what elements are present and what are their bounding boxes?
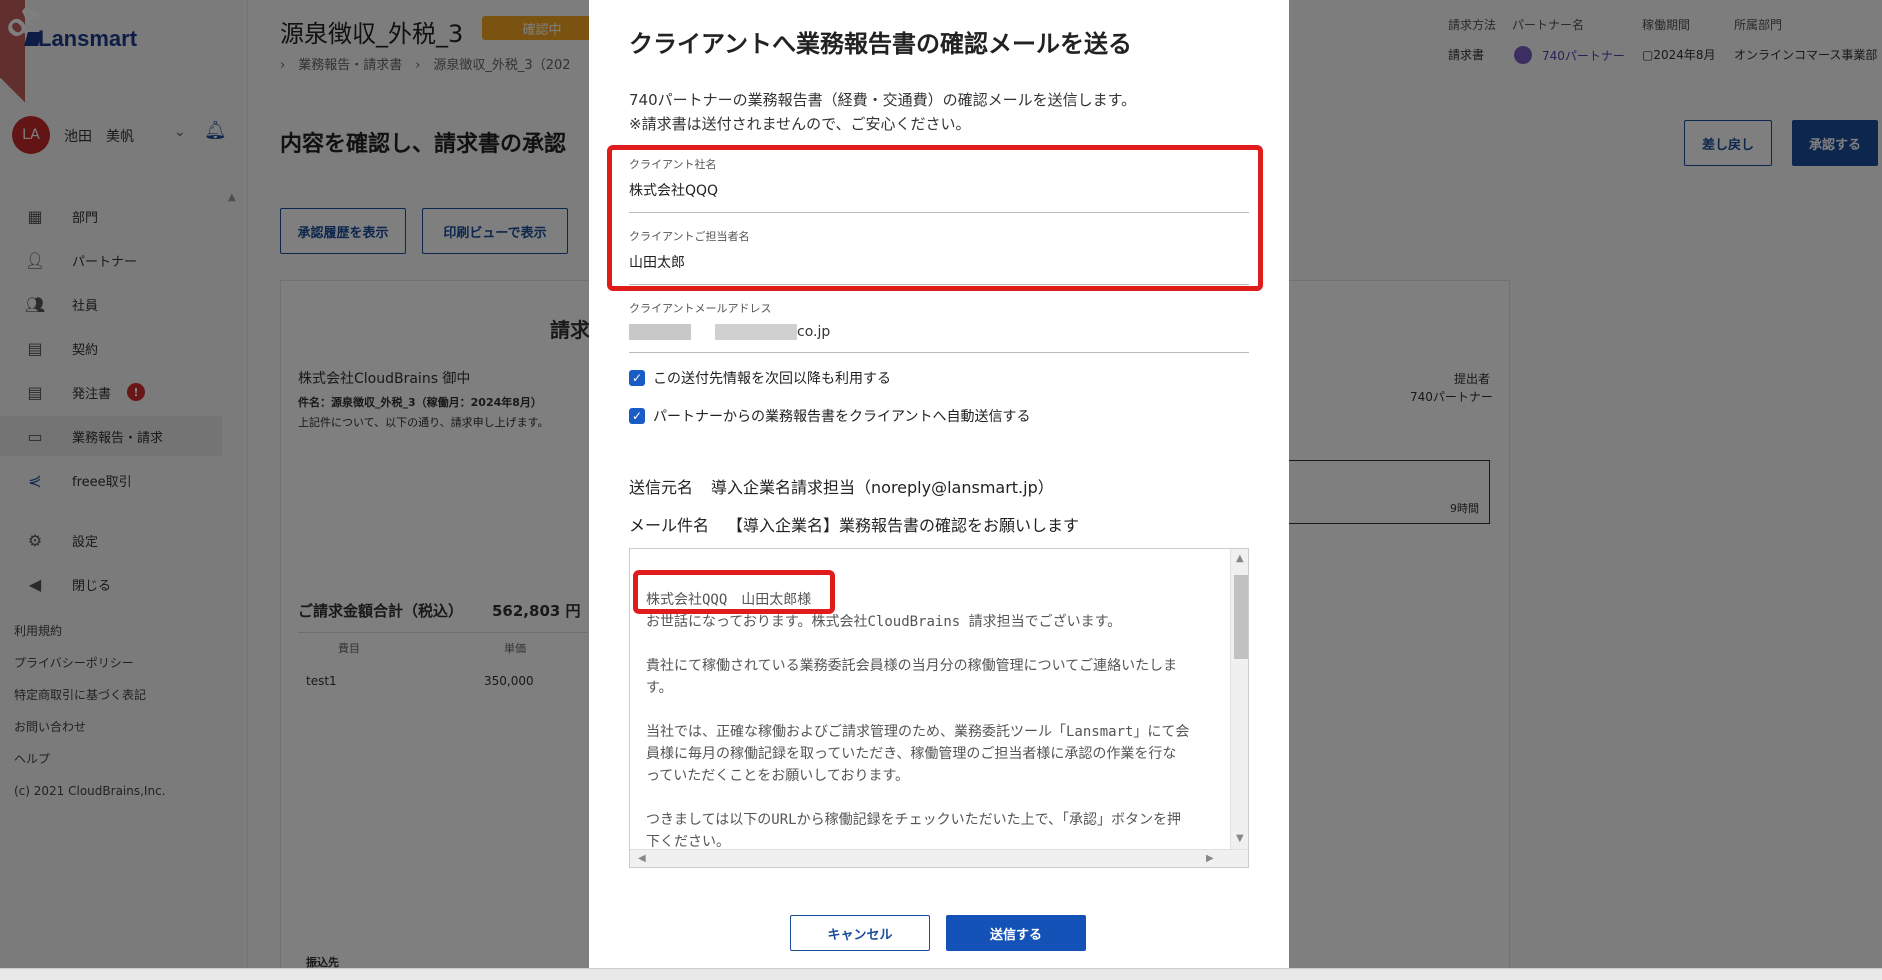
subject-row: メール件名 【導入企業名】業務報告書の確認をお願いします (629, 516, 1080, 535)
cancel-button[interactable]: キャンセル (790, 915, 930, 951)
page-horizontal-scrollbar[interactable] (0, 968, 1882, 980)
email-label: クライアントメールアドレス (629, 302, 772, 315)
redacted-text (715, 324, 797, 340)
horizontal-scrollbar[interactable]: ◀ ▶ (630, 849, 1248, 867)
checkbox-checked-icon: ✓ (629, 408, 645, 424)
email-body-text: 株式会社QQQ 山田太郎様 お世話になっております。株式会社CloudBrain… (646, 592, 1190, 850)
vertical-scrollbar[interactable]: ▲ ▼ (1230, 549, 1248, 849)
auto-send-checkbox[interactable]: ✓ パートナーからの業務報告書をクライアントへ自動送信する (629, 406, 1030, 426)
highlight-box (607, 145, 1263, 291)
scroll-up-icon[interactable]: ▲ (1236, 553, 1244, 564)
scroll-thumb[interactable] (1234, 575, 1248, 659)
save-recipient-checkbox[interactable]: ✓ この送付先情報を次回以降も利用する (629, 368, 891, 388)
send-confirmation-modal: クライアントへ業務報告書の確認メールを送る 740パートナーの業務報告書（経費・… (589, 0, 1289, 968)
sender-row: 送信元名 導入企業名請求担当（noreply@lansmart.jp） (629, 478, 1054, 497)
highlight-box (633, 570, 835, 614)
scroll-left-icon[interactable]: ◀ (638, 853, 646, 864)
modal-title: クライアントへ業務報告書の確認メールを送る (629, 30, 1133, 58)
modal-description: 740パートナーの業務報告書（経費・交通費）の確認メールを送信します。 ※請求書… (629, 91, 1137, 133)
redacted-text (629, 324, 691, 340)
scroll-right-icon[interactable]: ▶ (1206, 853, 1214, 864)
email-input[interactable]: co.jp (629, 324, 1249, 353)
checkbox-checked-icon: ✓ (629, 370, 645, 386)
scroll-down-icon[interactable]: ▼ (1236, 833, 1244, 844)
send-button[interactable]: 送信する (946, 915, 1086, 951)
